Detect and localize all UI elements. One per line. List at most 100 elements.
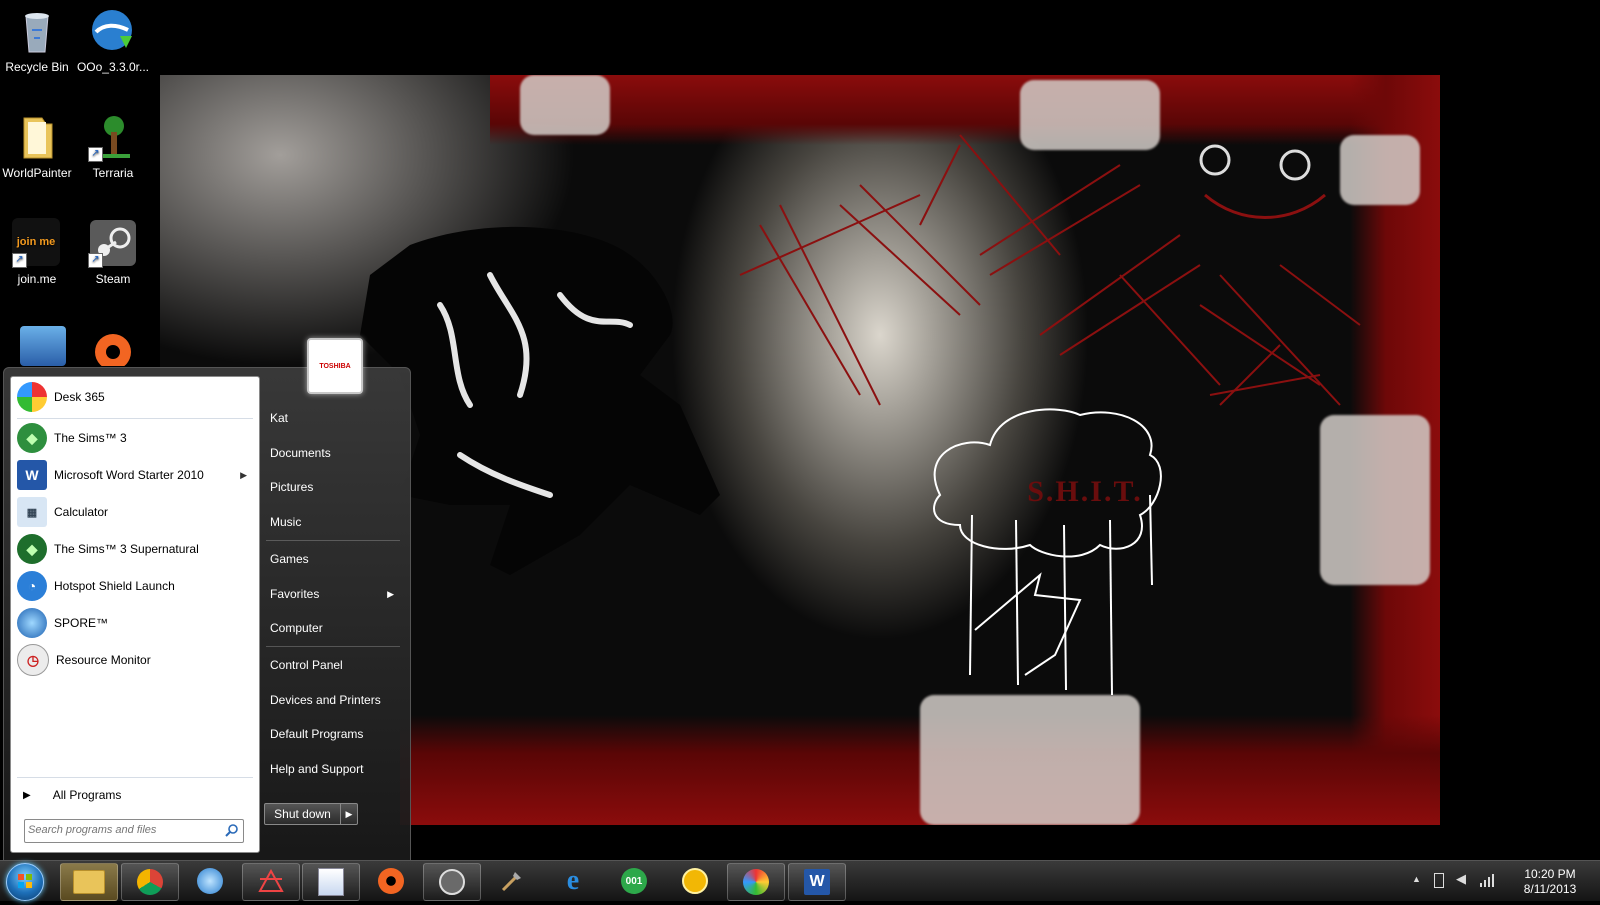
- desktop-icon-label: Steam: [95, 272, 131, 286]
- recycle-bin-desktop-icon[interactable]: Recycle Bin: [0, 6, 74, 74]
- openoffice-installer-desktop-icon[interactable]: OOo_3.3.0r...: [76, 6, 150, 74]
- user-picture-text: TOSHIBA: [319, 362, 351, 370]
- taskbar-word[interactable]: W: [788, 863, 846, 901]
- chevron-right-icon: ▶: [23, 789, 31, 801]
- start-item-label: Kat: [270, 411, 289, 425]
- start-item-favorites[interactable]: Favorites ▶: [266, 580, 400, 608]
- hotspot-shield-icon: ◔: [17, 571, 47, 601]
- start-button[interactable]: [6, 863, 44, 901]
- steam-desktop-icon[interactable]: ↗ Steam: [76, 218, 150, 286]
- steam-icon: [439, 869, 465, 895]
- taskbar-paint[interactable]: [302, 863, 360, 901]
- program-label: Microsoft Word Starter 2010: [54, 468, 204, 482]
- program-item-hotspot-shield[interactable]: ◔ Hotspot Shield Launch: [13, 568, 255, 604]
- paint-icon: [318, 868, 344, 896]
- joinme-desktop-icon[interactable]: join me ↗ join.me: [0, 218, 74, 286]
- network-signal-icon[interactable]: [1480, 873, 1496, 887]
- search-input[interactable]: [28, 822, 216, 838]
- program-label: Hotspot Shield Launch: [54, 579, 175, 593]
- desktop-icon-label: join.me: [17, 272, 57, 286]
- start-item-label: Music: [270, 515, 302, 529]
- chrome-icon: [137, 869, 163, 895]
- taskbar-internet-explorer[interactable]: e: [545, 863, 601, 899]
- wallpaper-text: S.H.I.T.: [1027, 475, 1143, 508]
- shortcut-arrow-icon: ↗: [88, 253, 103, 268]
- desk365-icon: [17, 382, 47, 412]
- start-item-computer[interactable]: Computer: [266, 614, 400, 642]
- taskbar-chrome[interactable]: [121, 863, 179, 901]
- start-item-label: Computer: [270, 621, 323, 635]
- partially-hidden-desktop-icon[interactable]: [6, 326, 80, 370]
- paint-palette-icon: [743, 869, 769, 895]
- program-item-spore[interactable]: SPORE™: [13, 605, 255, 641]
- volume-icon[interactable]: ◀: [1456, 871, 1466, 887]
- taskbar-paint-palette[interactable]: [727, 863, 785, 901]
- start-item-devices-printers[interactable]: Devices and Printers: [266, 686, 400, 714]
- program-item-word-starter[interactable]: W Microsoft Word Starter 2010 ▶: [13, 457, 255, 493]
- program-item-sims3-supernatural[interactable]: ◆ The Sims™ 3 Supernatural: [13, 531, 255, 567]
- user-picture[interactable]: TOSHIBA: [307, 338, 363, 394]
- taskbar-origin[interactable]: [363, 863, 419, 899]
- desktop-icon-label: WorldPainter: [2, 166, 72, 180]
- start-menu: Desk 365 ◆ The Sims™ 3 W Microsoft Word …: [3, 338, 411, 861]
- taskbar-worldpainter[interactable]: [484, 863, 540, 899]
- taskbar-search-app[interactable]: [667, 863, 723, 899]
- start-item-label: Control Panel: [270, 658, 343, 672]
- system-tray: ▲ ◀ 10:20 PM 8/11/2013: [1410, 861, 1590, 901]
- shutdown-options-button[interactable]: ▶: [340, 803, 358, 825]
- program-label: The Sims™ 3: [54, 431, 127, 445]
- worldpainter-desktop-icon[interactable]: WorldPainter: [0, 112, 74, 180]
- program-item-desk365[interactable]: Desk 365: [13, 379, 255, 415]
- start-item-default-programs[interactable]: Default Programs: [266, 720, 400, 748]
- pixel-app-icon: [258, 869, 284, 892]
- all-programs-button[interactable]: ▶ All Programs: [19, 784, 251, 806]
- terraria-tree-icon: ↗: [88, 112, 138, 162]
- taskbar-pixel-app[interactable]: [242, 863, 300, 901]
- clock-time: 10:20 PM: [1524, 867, 1576, 881]
- start-item-games[interactable]: Games: [266, 545, 400, 573]
- folder-icon: [12, 112, 62, 162]
- start-item-user[interactable]: Kat: [266, 404, 400, 432]
- word-icon: W: [804, 869, 830, 895]
- taskbar: e 001 W ▲ ◀ 10:20 PM 8/11/2013: [0, 860, 1600, 901]
- start-item-control-panel[interactable]: Control Panel: [266, 651, 400, 679]
- desktop-icon-label: Recycle Bin: [5, 60, 69, 74]
- program-item-sims3[interactable]: ◆ The Sims™ 3: [13, 420, 255, 456]
- show-hidden-icons-icon[interactable]: ▲: [1412, 874, 1421, 884]
- search-box[interactable]: [24, 819, 244, 843]
- taskbar-001-app[interactable]: 001: [606, 863, 662, 899]
- taskbar-steam[interactable]: [423, 863, 481, 901]
- program-item-resource-monitor[interactable]: ◷ Resource Monitor: [13, 642, 255, 678]
- start-item-documents[interactable]: Documents: [266, 439, 400, 467]
- program-item-calculator[interactable]: ▦ Calculator: [13, 494, 255, 530]
- spore-icon: [17, 608, 47, 638]
- start-item-label: Default Programs: [270, 727, 364, 741]
- search-app-icon: [682, 868, 708, 894]
- start-item-label: Help and Support: [270, 762, 364, 776]
- battery-icon[interactable]: [1434, 873, 1444, 888]
- 001-app-icon: 001: [621, 868, 647, 894]
- word-letter: W: [809, 873, 825, 890]
- sims3-supernatural-icon: ◆: [17, 534, 47, 564]
- divider: [17, 418, 253, 419]
- search-icon[interactable]: [225, 823, 239, 837]
- taskbar-explorer[interactable]: [60, 863, 118, 901]
- start-item-help-support[interactable]: Help and Support: [266, 755, 400, 783]
- program-label: The Sims™ 3 Supernatural: [54, 542, 199, 556]
- divider: [266, 646, 400, 647]
- terraria-desktop-icon[interactable]: ↗ Terraria: [76, 112, 150, 180]
- start-item-label: Favorites: [270, 587, 320, 601]
- submenu-arrow-icon[interactable]: ▶: [240, 470, 247, 481]
- start-menu-programs-pane: Desk 365 ◆ The Sims™ 3 W Microsoft Word …: [10, 376, 260, 853]
- shutdown-button[interactable]: Shut down: [264, 803, 341, 825]
- divider: [17, 777, 253, 778]
- start-item-music[interactable]: Music: [266, 508, 400, 536]
- resource-monitor-icon: ◷: [17, 644, 49, 676]
- taskbar-openoffice[interactable]: [182, 863, 238, 899]
- program-label: SPORE™: [54, 616, 109, 630]
- taskbar-clock[interactable]: 10:20 PM 8/11/2013: [1510, 867, 1590, 897]
- start-item-pictures[interactable]: Pictures: [266, 473, 400, 501]
- joinme-icon: join me ↗: [12, 218, 62, 268]
- joinme-logo-text: join me: [16, 236, 56, 248]
- desktop-icon-label: Terraria: [92, 166, 134, 180]
